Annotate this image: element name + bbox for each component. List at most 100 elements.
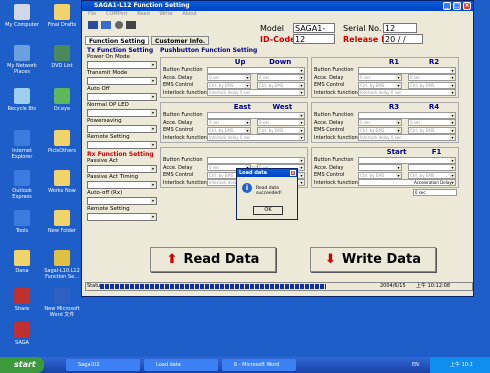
panel-field-value: Interlock delay 0 sec [360,135,402,140]
tx-item-select[interactable]: ▾ [87,141,157,149]
panel-row-label: Acce. Delay [314,119,344,126]
panel-field[interactable]: 0 sec ▾ [257,74,305,81]
close-button[interactable]: × [463,2,471,10]
menu-about[interactable]: About [182,11,197,17]
desktop-icon[interactable]: Dr.eye [42,88,82,112]
toolbar-icons[interactable] [88,19,142,31]
desktop-icon-image [54,88,70,104]
model-field[interactable]: SAGA1-L12 [293,23,335,42]
desktop-icon[interactable]: Tools [2,210,42,234]
menu-comport[interactable]: COMPort [106,11,128,17]
panel-function-select[interactable]: ▾ [207,157,305,164]
desktop-icon[interactable]: DVD List [42,45,82,69]
desktop-icon-label: Share [14,306,30,312]
panel-field[interactable]: Ctrl. by EMS ▾ [408,126,456,134]
tx-item-select[interactable]: ▾ [87,61,157,69]
desktop-icon[interactable]: PicIsOthers [42,130,82,154]
tx-item-select[interactable]: ▾ [87,93,157,101]
desktop-icon[interactable]: Share [2,288,42,312]
language-indicator[interactable]: EN [412,362,419,368]
desktop-icon[interactable]: New Microsoft Word 文件 [42,288,82,318]
panel-field[interactable]: 0 sec ▾ [408,119,456,126]
serial-field[interactable]: 12 [383,23,417,33]
panel-row-label: Button Function [163,112,203,118]
start-button[interactable]: start [0,357,44,373]
write-data-button[interactable]: ⬇ Write Data [310,247,436,272]
desktop-icon[interactable]: Recycle Bin [2,88,42,112]
tx-item-select[interactable]: ▾ [87,109,157,117]
desktop-icon[interactable]: My Computer [2,4,42,28]
dialog-close-button[interactable]: × [290,170,296,176]
id-code-field[interactable]: 12 [293,34,335,44]
panel-field-value: 0 sec [410,75,421,80]
panel-button-name: R4 [428,103,440,111]
panel-field[interactable]: Interlock delay 0 sec ▾ [358,134,456,141]
menu-read[interactable]: Read [137,11,150,17]
panel-row-label: Button Function [314,112,354,118]
tx-item-select[interactable]: ▾ [87,77,157,85]
rx-item-select[interactable]: ▾ [87,213,157,221]
panel-field[interactable]: Interlock delay 0 sec ▾ [207,89,305,96]
rx-item-select[interactable]: ▾ [87,165,157,173]
desktop-icon[interactable]: Final Drafts [42,4,82,28]
release-date-field[interactable]: 20 / / [383,34,423,44]
tab-function-setting[interactable]: Function Setting [85,36,150,45]
maximize-button[interactable]: □ [453,2,461,10]
tray-clock[interactable]: 上午 10:1 [450,362,473,368]
panel-field[interactable]: 0 sec ▾ [358,119,402,126]
panel-field[interactable]: Ctrl. by EMS ▾ [257,81,305,89]
chevron-down-icon: ▾ [150,78,156,84]
desktop-icon[interactable]: Internet Explorer [2,130,42,160]
panel-function-select[interactable]: ▾ [358,157,456,164]
panel-function-select[interactable]: ▾ [358,112,456,119]
chevron-down-icon: ▾ [450,82,455,88]
panel-row-label: EMS Control [163,172,194,178]
read-data-button[interactable]: ⬆ Read Data [150,247,276,272]
menu-file[interactable]: File [88,11,96,17]
desktop-icon[interactable]: SAGA [2,322,42,346]
panel-field[interactable]: Ctrl. by EMS ▾ [358,126,402,134]
panel-field[interactable]: Ctrl. by EMS ▾ [207,126,251,134]
panel-field[interactable]: Ctrl. by EMS ▾ [358,171,402,179]
acceleration-delay-field[interactable]: 0 sec [413,189,457,196]
panel-field[interactable]: 0 sec ▾ [207,74,251,81]
menu-write[interactable]: Write [159,11,172,17]
tab-customer-info[interactable]: Customer Info. [150,36,210,45]
panel-field[interactable]: 0 sec ▾ [207,119,251,126]
rx-item-select[interactable]: ▾ [87,197,157,205]
panel-function-select[interactable]: ▾ [207,67,305,74]
desktop-icon[interactable]: Sagal-L10.L12 Function Se... [42,250,82,280]
taskbar-item-load-data[interactable]: Load data [144,359,218,371]
panel-field[interactable]: Ctrl. by EMS ▾ [358,81,402,89]
panel-field[interactable]: Interlock delay 0 sec ▾ [207,134,305,141]
panel-field[interactable]: Ctrl. by EMS ▾ [408,171,456,179]
panel-field[interactable]: 0 sec ▾ [408,74,456,81]
taskbar-item-sagal1l2[interactable]: Sagal1l2 [66,359,140,371]
rx-item-select[interactable]: ▾ [87,181,157,189]
desktop-icon[interactable]: Works Now [42,170,82,194]
minimize-button[interactable]: _ [443,2,451,10]
panel-field[interactable]: Ctrl. by EMS ▾ [257,126,305,134]
panel-field[interactable]: 0 sec ▾ [257,119,305,126]
title-bar[interactable]: SAGA1-L12 Function Setting _ □ × [82,1,473,11]
panel-field[interactable]: Interlock delay 0 sec ▾ [358,89,456,96]
taskbar-item-word[interactable]: 6 - Microsoft Word [222,359,296,371]
desktop-icon[interactable]: Dana [2,250,42,274]
dialog-title-bar[interactable]: Load data × [237,169,297,177]
panel-function-select[interactable]: ▾ [358,67,456,74]
panel-field[interactable]: Ctrl. by EMS ▾ [207,81,251,89]
panel-field[interactable]: ▾ [358,164,402,171]
desktop-icon[interactable]: New Folder [42,210,82,234]
panel-field[interactable]: ▾ [408,164,456,171]
panel-function-select[interactable]: ▾ [207,112,305,119]
panel-field-value: 0 sec [209,75,220,80]
desktop-icon-image [14,88,30,104]
tx-item-select[interactable]: ▾ [87,125,157,133]
chevron-down-icon: ▾ [245,82,250,88]
panel-field[interactable]: Ctrl. by EMS ▾ [408,81,456,89]
desktop-icon[interactable]: My Network Places [2,45,42,75]
desktop-icon[interactable]: Outlook Express [2,170,42,200]
ok-button[interactable]: OK [253,206,283,215]
panel-field[interactable]: 0 sec ▾ [358,74,402,81]
panel-field-value: 0 sec [410,120,421,125]
